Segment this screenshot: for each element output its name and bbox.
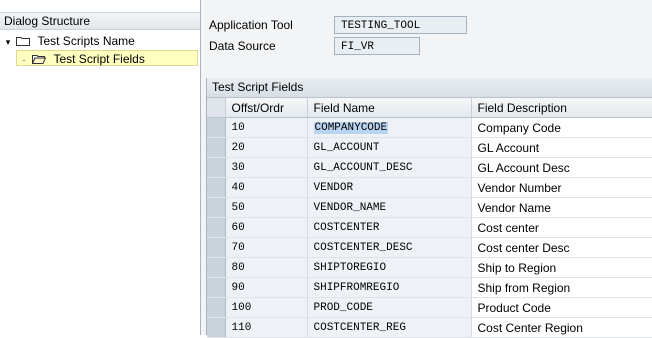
column-header-field-description[interactable]: Field Description xyxy=(471,98,652,118)
row-selector[interactable] xyxy=(207,257,226,278)
leaf-marker-icon: · xyxy=(22,55,26,65)
data-source-label: Data Source xyxy=(209,39,276,53)
dialog-structure-pane: Dialog Structure ▾ Test Scripts Name · T… xyxy=(0,0,201,335)
field-name-cell[interactable]: COSTCENTER_DESC xyxy=(307,237,472,258)
table-title: Test Script Fields xyxy=(207,78,652,98)
row-selector[interactable] xyxy=(207,117,226,138)
open-folder-icon xyxy=(32,55,47,64)
table-row[interactable]: 30 GL_ACCOUNT_DESC GL Account Desc xyxy=(207,157,652,178)
tree-node-label: Test Scripts Name xyxy=(37,34,135,48)
field-description-cell: Vendor Name xyxy=(471,197,652,218)
row-selector[interactable] xyxy=(207,237,226,258)
row-selector[interactable] xyxy=(207,277,226,298)
field-name-cell[interactable]: VENDOR_NAME xyxy=(307,197,472,218)
fields-grid: Offst/Ordr Field Name Field Description … xyxy=(207,98,652,338)
field-name-cell[interactable]: SHIPFROMREGIO xyxy=(307,277,472,298)
application-tool-field[interactable]: TESTING_TOOL xyxy=(334,16,467,34)
data-source-field[interactable]: FI_VR xyxy=(334,37,420,55)
table-row[interactable]: 90 SHIPFROMREGIO Ship from Region xyxy=(207,277,652,298)
field-name-cell[interactable]: COMPANYCODE xyxy=(307,117,472,138)
table-row[interactable]: 70 COSTCENTER_DESC Cost center Desc xyxy=(207,237,652,258)
field-name-cell[interactable]: COSTCENTER xyxy=(307,217,472,238)
table-row[interactable]: 100 PROD_CODE Product Code xyxy=(207,297,652,318)
tree-node-test-script-fields[interactable]: · Test Script Fields xyxy=(16,50,198,66)
row-selector[interactable] xyxy=(207,157,226,178)
field-name-text-selected: COMPANYCODE xyxy=(313,121,389,134)
detail-pane: Application Tool TESTING_TOOL Data Sourc… xyxy=(201,0,652,338)
field-name-cell[interactable]: SHIPTOREGIO xyxy=(307,257,472,278)
table-row[interactable]: 60 COSTCENTER Cost center xyxy=(207,217,652,238)
folder-icon xyxy=(16,37,31,46)
field-description-cell: Vendor Number xyxy=(471,177,652,198)
row-selector[interactable] xyxy=(207,177,226,198)
field-name-cell[interactable]: VENDOR xyxy=(307,177,472,198)
offset-cell[interactable]: 10 xyxy=(225,117,308,138)
select-all-header[interactable] xyxy=(207,98,226,118)
table-row[interactable]: 20 GL_ACCOUNT GL Account xyxy=(207,137,652,158)
tree-node-label: Test Script Fields xyxy=(53,52,145,66)
offset-cell[interactable]: 70 xyxy=(225,237,308,258)
offset-cell[interactable]: 60 xyxy=(225,217,308,238)
row-selector[interactable] xyxy=(207,197,226,218)
field-description-cell: Cost center Desc xyxy=(471,237,652,258)
dialog-structure-title: Dialog Structure xyxy=(4,14,91,28)
row-selector[interactable] xyxy=(207,137,226,158)
row-selector[interactable] xyxy=(207,217,226,238)
offset-cell[interactable]: 40 xyxy=(225,177,308,198)
table-row[interactable]: 10 COMPANYCODE Company Code xyxy=(207,117,652,138)
test-script-fields-table: Test Script Fields Offst/Ordr Field Name… xyxy=(206,78,652,338)
offset-cell[interactable]: 100 xyxy=(225,297,308,318)
table-header-row: Offst/Ordr Field Name Field Description xyxy=(207,98,652,118)
field-description-cell: Company Code xyxy=(471,117,652,138)
offset-cell[interactable]: 20 xyxy=(225,137,308,158)
field-description-cell: Cost center xyxy=(471,217,652,238)
row-selector[interactable] xyxy=(207,297,226,318)
offset-cell[interactable]: 80 xyxy=(225,257,308,278)
field-description-cell: GL Account xyxy=(471,137,652,158)
field-name-cell[interactable]: GL_ACCOUNT_DESC xyxy=(307,157,472,178)
field-name-cell[interactable]: PROD_CODE xyxy=(307,297,472,318)
field-description-cell: GL Account Desc xyxy=(471,157,652,178)
application-tool-label: Application Tool xyxy=(209,18,293,32)
offset-cell[interactable]: 90 xyxy=(225,277,308,298)
offset-cell[interactable]: 50 xyxy=(225,197,308,218)
column-header-field-name[interactable]: Field Name xyxy=(307,98,472,118)
column-header-offset[interactable]: Offst/Ordr xyxy=(225,98,308,118)
table-row[interactable]: 50 VENDOR_NAME Vendor Name xyxy=(207,197,652,218)
expand-marker-icon[interactable]: ▾ xyxy=(3,34,13,50)
tree-node-test-scripts-name[interactable]: ▾ Test Scripts Name xyxy=(3,33,135,49)
table-row[interactable]: 40 VENDOR Vendor Number xyxy=(207,177,652,198)
field-description-cell: Ship from Region xyxy=(471,277,652,298)
field-name-cell[interactable]: GL_ACCOUNT xyxy=(307,137,472,158)
dialog-structure-header: Dialog Structure xyxy=(0,12,200,30)
field-description-cell: Ship to Region xyxy=(471,257,652,278)
offset-cell[interactable]: 30 xyxy=(225,157,308,178)
table-row[interactable]: 80 SHIPTOREGIO Ship to Region xyxy=(207,257,652,278)
field-description-cell: Product Code xyxy=(471,297,652,318)
